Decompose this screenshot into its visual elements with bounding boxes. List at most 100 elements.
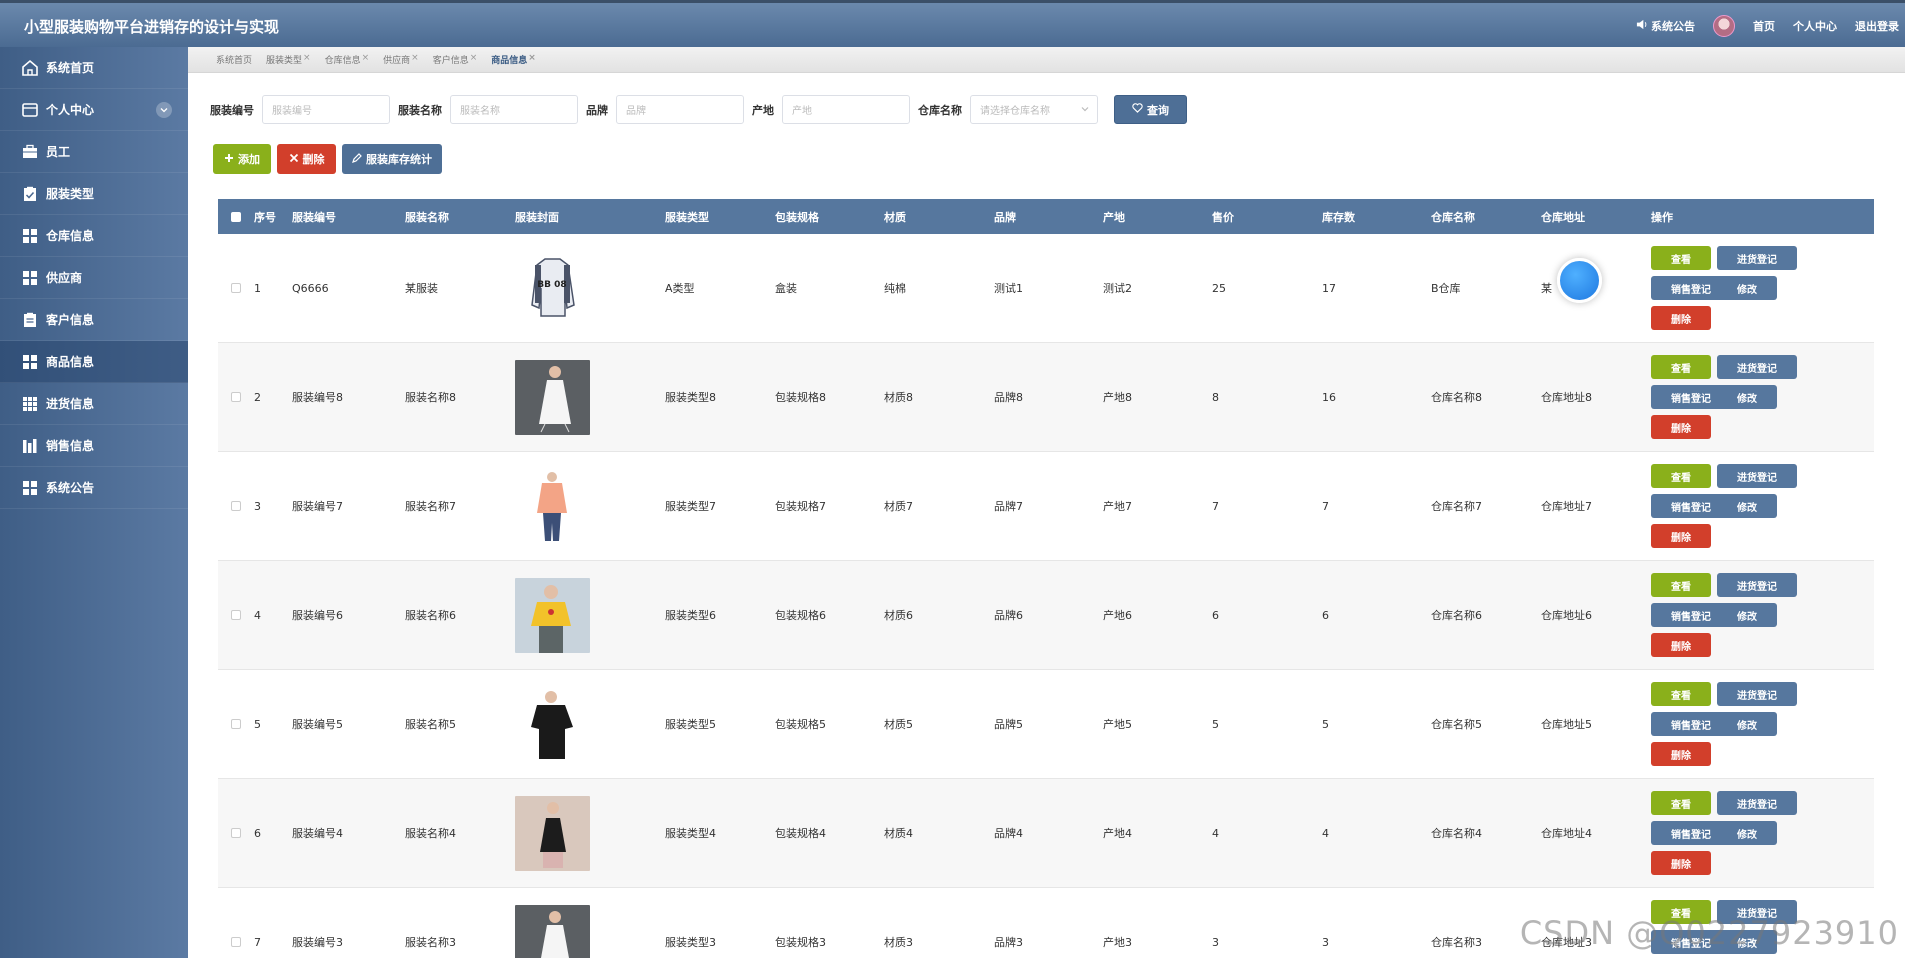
product-thumbnail[interactable] — [515, 686, 590, 762]
cell-pack: 包装规格4 — [775, 827, 826, 840]
logout-link[interactable]: 退出登录 — [1855, 18, 1899, 34]
row-checkbox[interactable] — [231, 501, 241, 511]
row-delete-button[interactable]: 删除 — [1651, 851, 1711, 875]
edit-button[interactable]: 修改 — [1717, 385, 1777, 409]
sidebar-item-product[interactable]: 商品信息 — [0, 341, 188, 383]
floating-assistant-button[interactable] — [1557, 258, 1602, 303]
view-button[interactable]: 查看 — [1651, 464, 1711, 488]
purchase-register-button[interactable]: 进货登记 — [1717, 573, 1797, 597]
close-icon[interactable]: × — [470, 53, 478, 66]
tab-clothing-type[interactable]: 服装类型 × — [266, 53, 311, 66]
view-button[interactable]: 查看 — [1651, 573, 1711, 597]
sidebar-item-label: 商品信息 — [46, 355, 95, 369]
edit-button[interactable]: 修改 — [1717, 494, 1777, 518]
cell-code: 服装编号8 — [292, 391, 343, 404]
brand-input[interactable]: 品牌 — [616, 95, 744, 124]
row-delete-button[interactable]: 删除 — [1651, 633, 1711, 657]
purchase-register-button[interactable]: 进货登记 — [1717, 246, 1797, 270]
product-thumbnail[interactable] — [515, 577, 590, 653]
tab-customer[interactable]: 客户信息 × — [433, 53, 478, 66]
row-delete-button[interactable]: 删除 — [1651, 415, 1711, 439]
cell-material: 材质8 — [884, 391, 913, 404]
tab-product[interactable]: 商品信息 × — [491, 53, 536, 66]
cell-ops: 查看进货登记销售登记修改删除 — [1651, 464, 1851, 548]
row-checkbox[interactable] — [231, 719, 241, 729]
edit-button[interactable]: 修改 — [1717, 712, 1777, 736]
close-icon[interactable]: × — [528, 53, 536, 66]
row-checkbox-cell — [218, 501, 254, 511]
announcement-link[interactable]: 系统公告 — [1636, 18, 1695, 34]
tab-label: 系统首页 — [216, 56, 253, 66]
sidebar-item-profile[interactable]: 个人中心 — [0, 89, 188, 131]
cell-warehouse-address: 仓库地址8 — [1541, 391, 1592, 404]
edit-button[interactable]: 修改 — [1717, 276, 1777, 300]
sidebar-item-warehouse[interactable]: 仓库信息 — [0, 215, 188, 257]
view-button[interactable]: 查看 — [1651, 355, 1711, 379]
close-icon[interactable]: × — [411, 53, 419, 66]
tab-warehouse[interactable]: 仓库信息 × — [325, 53, 370, 66]
sidebar-item-clothing-type[interactable]: 服装类型 — [0, 173, 188, 215]
app-title: 小型服装购物平台进销存的设计与实现 — [24, 18, 280, 36]
sidebar-item-supplier[interactable]: 供应商 — [0, 257, 188, 299]
cell-name: 服装名称6 — [405, 609, 456, 622]
product-thumbnail[interactable] — [515, 359, 590, 435]
delete-button[interactable]: 删除 — [277, 144, 336, 174]
cell-type: 服装类型4 — [665, 827, 716, 840]
close-icon[interactable]: × — [362, 53, 370, 66]
view-button[interactable]: 查看 — [1651, 682, 1711, 706]
cell-brand: 品牌4 — [994, 827, 1023, 840]
product-thumbnail[interactable]: BB 08 — [515, 250, 590, 326]
purchase-register-button[interactable]: 进货登记 — [1717, 682, 1797, 706]
tab-home[interactable]: 系统首页 — [216, 53, 252, 66]
row-checkbox[interactable] — [231, 937, 241, 947]
sidebar-item-home[interactable]: 系统首页 — [0, 47, 188, 89]
product-thumbnail[interactable] — [515, 795, 590, 871]
row-delete-button[interactable]: 删除 — [1651, 742, 1711, 766]
purchase-register-button[interactable]: 进货登记 — [1717, 464, 1797, 488]
add-button[interactable]: 添加 — [213, 144, 271, 174]
name-label: 服装名称 — [398, 103, 442, 117]
purchase-register-button[interactable]: 进货登记 — [1717, 355, 1797, 379]
cell-name: 服装名称3 — [405, 936, 456, 949]
chevron-down-icon[interactable] — [156, 102, 172, 118]
cell-ops: 查看进货登记销售登记修改删除 — [1651, 573, 1851, 657]
sidebar-item-label: 供应商 — [46, 271, 83, 285]
name-input[interactable]: 服装名称 — [450, 95, 578, 124]
inventory-stats-button[interactable]: 服装库存统计 — [342, 144, 442, 174]
cell-name: 服装名称4 — [405, 827, 456, 840]
code-input[interactable]: 服装编号 — [262, 95, 390, 124]
product-thumbnail[interactable] — [515, 468, 590, 544]
sidebar-item-sales[interactable]: 销售信息 — [0, 425, 188, 467]
view-button[interactable]: 查看 — [1651, 246, 1711, 270]
delete-label: 删除 — [302, 153, 325, 166]
cell-material: 材质4 — [884, 827, 913, 840]
sidebar-item-announcement[interactable]: 系统公告 — [0, 467, 188, 509]
row-delete-button[interactable]: 删除 — [1651, 524, 1711, 548]
row-delete-button[interactable]: 删除 — [1651, 306, 1711, 330]
select-all-checkbox[interactable] — [231, 211, 241, 222]
cell-material: 材质7 — [884, 500, 913, 513]
warehouse-select[interactable]: 请选择仓库名称 — [970, 95, 1098, 124]
edit-button[interactable]: 修改 — [1717, 821, 1777, 845]
row-checkbox[interactable] — [231, 828, 241, 838]
view-button[interactable]: 查看 — [1651, 791, 1711, 815]
tab-supplier[interactable]: 供应商 × — [383, 53, 419, 66]
sidebar-item-customer[interactable]: 客户信息 — [0, 299, 188, 341]
row-checkbox[interactable] — [231, 283, 241, 293]
avatar[interactable] — [1713, 15, 1735, 37]
cell-price: 5 — [1212, 717, 1219, 731]
cell-name: 某服装 — [405, 282, 438, 295]
query-button[interactable]: 查询 — [1114, 95, 1187, 124]
edit-button[interactable]: 修改 — [1717, 603, 1777, 627]
cell-warehouse-name: 仓库名称4 — [1431, 827, 1482, 840]
purchase-register-button[interactable]: 进货登记 — [1717, 791, 1797, 815]
sidebar-item-purchase[interactable]: 进货信息 — [0, 383, 188, 425]
home-link[interactable]: 首页 — [1753, 18, 1775, 34]
row-checkbox[interactable] — [231, 610, 241, 620]
profile-link[interactable]: 个人中心 — [1793, 18, 1837, 34]
product-thumbnail[interactable] — [515, 904, 590, 958]
origin-input[interactable]: 产地 — [782, 95, 910, 124]
close-icon[interactable]: × — [303, 53, 311, 66]
sidebar-item-staff[interactable]: 员工 — [0, 131, 188, 173]
row-checkbox[interactable] — [231, 392, 241, 402]
